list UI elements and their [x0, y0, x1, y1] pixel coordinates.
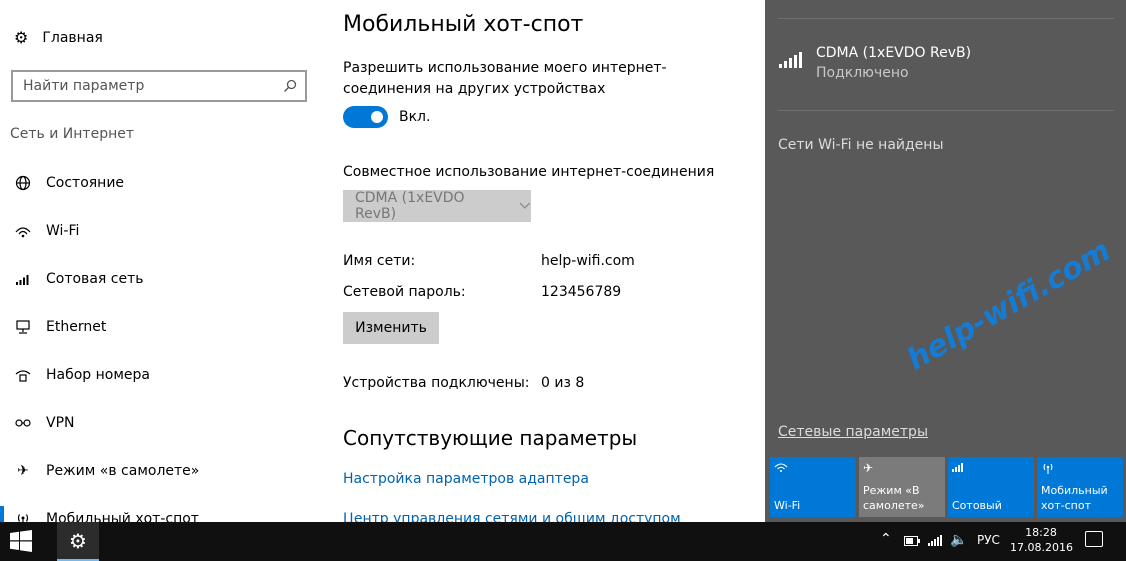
password-value: 123456789 [541, 284, 622, 300]
toggle-state-label: Вкл. [399, 109, 431, 125]
network-entry-name[interactable]: CDMA (1xEVDO RevB) [816, 45, 971, 61]
edit-button[interactable]: Изменить [343, 312, 439, 344]
quick-action-wifi[interactable]: Wi-Fi [770, 457, 856, 517]
tile-label: Мобильный хот-спот [1041, 484, 1108, 512]
windows-start-icon[interactable] [10, 530, 32, 552]
quick-action-airplane[interactable]: ✈ Режим «В самолете» [859, 457, 945, 517]
sidebar-item-label: Состояние [46, 175, 125, 191]
password-row: Сетевой пароль: 123456789 [343, 284, 621, 300]
volume-icon[interactable]: 🔈 [950, 532, 967, 548]
cellular-signal-icon [779, 52, 802, 68]
sidebar-item-home[interactable]: ⚙ Главная [14, 28, 103, 47]
divider [778, 110, 1114, 111]
sidebar-item-label: Мобильный хот-спот [46, 511, 199, 522]
tile-label: Режим «В самолете» [863, 484, 925, 512]
dialup-icon [14, 368, 32, 382]
quick-action-cellular[interactable]: Сотовый [948, 457, 1034, 517]
taskbar: ⚙ ⌃ 🔈 РУС 18:28 17.08.2016 [0, 522, 1126, 561]
gear-icon: ⚙ [14, 28, 29, 47]
globe-icon [14, 175, 32, 191]
sidebar-item-label: Сотовая сеть [46, 271, 144, 287]
network-settings-link[interactable]: Сетевые параметры [778, 424, 928, 440]
section-title: Сеть и Интернет [10, 126, 134, 142]
tile-label: Сотовый [952, 499, 1002, 512]
search-icon [284, 79, 297, 92]
network-entry-status: Подключено [816, 65, 909, 81]
home-label: Главная [42, 29, 103, 46]
ethernet-icon [14, 320, 32, 334]
sidebar-item-dialup[interactable]: Набор номера [14, 364, 150, 386]
hotspot-icon [1041, 461, 1119, 483]
sidebar-item-label: Режим «в самолете» [46, 463, 200, 479]
sidebar-item-wifi[interactable]: Wi-Fi [14, 220, 79, 242]
sidebar-item-label: Wi-Fi [46, 223, 80, 239]
sidebar-item-cellular[interactable]: Сотовая сеть [14, 268, 143, 290]
cellular-icon[interactable] [928, 535, 942, 546]
clock-date: 17.08.2016 [1010, 541, 1073, 554]
share-connection-select[interactable]: CDMA (1xEVDO RevB) [343, 190, 531, 222]
divider [778, 18, 1114, 19]
clock-time: 18:28 [1025, 526, 1057, 539]
quick-action-hotspot[interactable]: Мобильный хот-спот [1037, 457, 1123, 517]
hotspot-toggle[interactable] [343, 106, 388, 128]
share-description: Разрешить использование моего интернет-с… [343, 60, 667, 97]
chevron-up-icon[interactable]: ⌃ [880, 531, 892, 547]
cellular-icon [14, 273, 32, 285]
tile-label: Wi-Fi [774, 499, 801, 512]
chevron-down-icon [519, 202, 531, 209]
network-center-link[interactable]: Центр управления сетями и общим доступом [343, 511, 681, 522]
devices-value: 0 из 8 [541, 375, 585, 391]
cellular-icon [952, 461, 1030, 483]
sidebar-item-status[interactable]: Состояние [14, 172, 124, 194]
sidebar-item-label: Набор номера [46, 367, 151, 383]
share-connection-label: Совместное использование интернет-соедин… [343, 164, 715, 180]
sidebar: ⚙ Главная Найти параметр Сеть и Интернет… [0, 0, 320, 522]
hotspot-icon [14, 511, 32, 522]
search-placeholder: Найти параметр [23, 78, 145, 94]
notification-icon[interactable] [1085, 531, 1103, 547]
share-connection-value: CDMA (1xEVDO RevB) [355, 190, 465, 222]
network-name-value: help-wifi.com [541, 253, 635, 269]
network-name-row: Имя сети: help-wifi.com [343, 253, 635, 269]
sidebar-item-ethernet[interactable]: Ethernet [14, 316, 106, 338]
sidebar-item-vpn[interactable]: VPN [14, 412, 75, 434]
sidebar-item-hotspot[interactable]: Мобильный хот-спот [0, 506, 199, 522]
airplane-icon: ✈ [863, 461, 874, 475]
search-input[interactable]: Найти параметр [11, 70, 307, 102]
vpn-icon [14, 416, 32, 430]
wifi-icon [774, 461, 852, 483]
airplane-icon: ✈ [17, 463, 29, 479]
network-name-label: Имя сети: [343, 253, 416, 269]
password-label: Сетевой пароль: [343, 284, 466, 300]
sidebar-item-label: Ethernet [46, 319, 107, 335]
clock[interactable]: 18:28 17.08.2016 [1010, 525, 1073, 555]
sidebar-item-airplane[interactable]: ✈ Режим «в самолете» [14, 460, 199, 482]
devices-row: Устройства подключены: 0 из 8 [343, 375, 584, 391]
devices-label: Устройства подключены: [343, 375, 530, 391]
language-indicator[interactable]: РУС [977, 533, 1000, 547]
no-wifi-message: Сети Wi-Fi не найдены [778, 137, 944, 153]
gear-icon: ⚙ [69, 528, 87, 553]
main-content: Мобильный хот-спот Разрешить использован… [343, 0, 763, 522]
taskbar-settings-app[interactable]: ⚙ [57, 522, 99, 561]
related-title: Сопутствующие параметры [343, 426, 638, 450]
battery-icon[interactable] [904, 536, 920, 546]
wifi-icon [14, 223, 32, 239]
adapter-settings-link[interactable]: Настройка параметров адаптера [343, 471, 589, 487]
page-title: Мобильный хот-спот [343, 12, 584, 37]
sidebar-item-label: VPN [46, 415, 75, 431]
settings-window: ⚙ Главная Найти параметр Сеть и Интернет… [0, 0, 765, 522]
